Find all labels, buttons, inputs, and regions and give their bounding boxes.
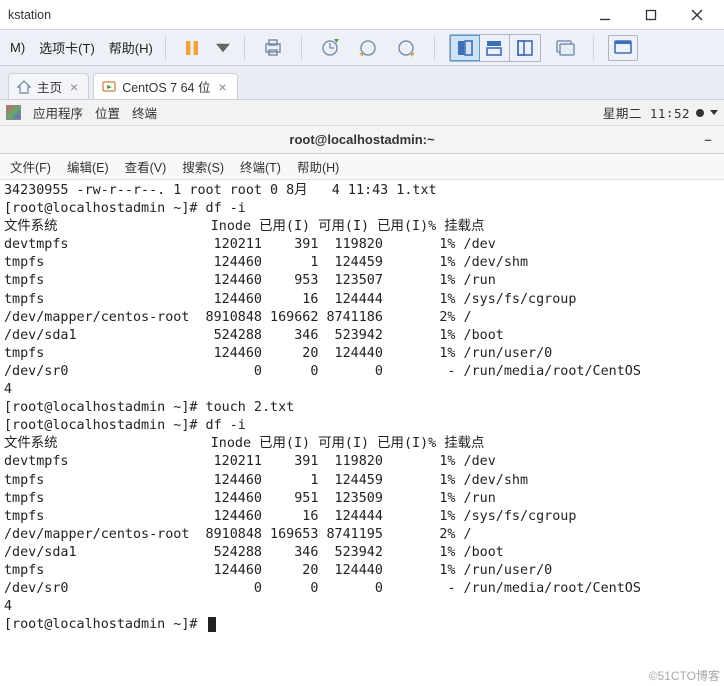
- tab-home[interactable]: 主页 ×: [8, 73, 89, 99]
- snapshot-prev-icon[interactable]: [354, 34, 382, 62]
- terminal-line: 文件系统 Inode 已用(I) 可用(I) 已用(I)% 挂载点: [4, 435, 720, 453]
- watermark: ©51CTO博客: [649, 667, 720, 684]
- gnome-terminal[interactable]: 终端: [132, 103, 157, 122]
- terminal-line: [root@localhostadmin ~]# df -i: [4, 200, 720, 218]
- terminal-cursor: [208, 617, 216, 632]
- layout-rows-icon[interactable]: [480, 35, 510, 61]
- terminal-line: /dev/sda1 524288 346 523942 1% /boot: [4, 544, 720, 562]
- fullscreen-icon[interactable]: [608, 35, 638, 61]
- maximize-button[interactable]: [628, 0, 674, 30]
- dropdown-icon[interactable]: [216, 34, 230, 62]
- terminal-line: 4: [4, 381, 720, 399]
- menu-items: M) 选项卡(T) 帮助(H): [0, 34, 161, 61]
- tab-centos-label: CentOS 7 64 位: [122, 77, 210, 96]
- separator: [434, 36, 435, 60]
- tab-home-label: 主页: [37, 77, 62, 96]
- gnome-applications[interactable]: 应用程序: [33, 103, 83, 122]
- terminal-line: tmpfs 124460 953 123507 1% /run: [4, 272, 720, 290]
- monitor-unity-icon[interactable]: [551, 34, 579, 62]
- menu-item-tabs[interactable]: 选项卡(T): [35, 34, 103, 61]
- terminal-line: tmpfs 124460 16 124444 1% /sys/fs/cgroup: [4, 291, 720, 309]
- terminal-line: 文件系统 Inode 已用(I) 可用(I) 已用(I)% 挂载点: [4, 218, 720, 236]
- terminal-line: tmpfs 124460 20 124440 1% /run/user/0: [4, 562, 720, 580]
- term-menu-view[interactable]: 查看(V): [121, 154, 171, 179]
- separator: [301, 36, 302, 60]
- terminal-line: /dev/sr0 0 0 0 - /run/media/root/CentOS: [4, 580, 720, 598]
- snapshot-icon[interactable]: [316, 34, 344, 62]
- terminal-line: /dev/mapper/centos-root 8910848 169653 8…: [4, 526, 720, 544]
- toolbar: [170, 34, 638, 62]
- separator: [593, 36, 594, 60]
- terminal-line: 4: [4, 598, 720, 616]
- menu-item-help[interactable]: 帮助(H): [105, 34, 161, 61]
- terminal-line: /dev/mapper/centos-root 8910848 169662 8…: [4, 309, 720, 327]
- tab-close-icon[interactable]: ×: [216, 79, 228, 95]
- chevron-down-icon: [710, 110, 718, 115]
- term-menu-terminal[interactable]: 终端(T): [236, 154, 285, 179]
- terminal-title: root@localhostadmin:~: [0, 132, 724, 147]
- tab-centos[interactable]: CentOS 7 64 位 ×: [93, 73, 237, 99]
- terminal-line: tmpfs 124460 951 123509 1% /run: [4, 490, 720, 508]
- gnome-clock-area[interactable]: 星期二 11∶52: [603, 103, 718, 122]
- status-dot-icon: [696, 109, 704, 117]
- terminal-line: /dev/sda1 524288 346 523942 1% /boot: [4, 327, 720, 345]
- layout-cols-icon[interactable]: [510, 35, 540, 61]
- terminal-line: [root@localhostadmin ~]#: [4, 616, 720, 634]
- terminal-line: 34230955 -rw-r--r--. 1 root root 0 8月 4 …: [4, 182, 720, 200]
- terminal-line: tmpfs 124460 1 124459 1% /dev/shm: [4, 472, 720, 490]
- terminal-menubar: 文件(F) 编辑(E) 查看(V) 搜索(S) 终端(T) 帮助(H): [0, 154, 724, 180]
- term-menu-help[interactable]: 帮助(H): [293, 154, 343, 179]
- gnome-clock: 星期二 11∶52: [603, 103, 690, 122]
- terminal-line: tmpfs 124460 20 124440 1% /run/user/0: [4, 345, 720, 363]
- terminal-line: [root@localhostadmin ~]# touch 2.txt: [4, 399, 720, 417]
- vm-icon: [102, 80, 116, 94]
- term-menu-search[interactable]: 搜索(S): [178, 154, 228, 179]
- printer-icon[interactable]: [259, 34, 287, 62]
- gnome-apps-icon[interactable]: [6, 105, 21, 120]
- terminal-line: [root@localhostadmin ~]# df -i: [4, 417, 720, 435]
- tab-strip: 主页 × CentOS 7 64 位 ×: [0, 66, 724, 100]
- menu-item-m[interactable]: M): [6, 36, 33, 59]
- separator: [165, 36, 166, 60]
- terminal-line: /dev/sr0 0 0 0 - /run/media/root/CentOS: [4, 363, 720, 381]
- layout-single-icon[interactable]: [450, 35, 480, 61]
- layout-buttons: [449, 34, 541, 62]
- close-button[interactable]: [674, 0, 720, 30]
- terminal-output[interactable]: 34230955 -rw-r--r--. 1 root root 0 8月 4 …: [0, 180, 724, 638]
- app-title: kstation: [4, 8, 51, 22]
- app-titlebar: kstation: [0, 0, 724, 30]
- snapshot-next-icon[interactable]: [392, 34, 420, 62]
- terminal-titlebar: root@localhostadmin:~ –: [0, 126, 724, 154]
- menubar: M) 选项卡(T) 帮助(H): [0, 30, 724, 66]
- gnome-places[interactable]: 位置: [95, 103, 120, 122]
- tab-close-icon[interactable]: ×: [68, 79, 80, 95]
- minimize-button[interactable]: [582, 0, 628, 30]
- terminal-line: devtmpfs 120211 391 119820 1% /dev: [4, 453, 720, 471]
- pause-icon[interactable]: [178, 34, 206, 62]
- terminal-line: devtmpfs 120211 391 119820 1% /dev: [4, 236, 720, 254]
- home-icon: [17, 80, 31, 94]
- window-controls: [582, 0, 720, 30]
- terminal-line: tmpfs 124460 16 124444 1% /sys/fs/cgroup: [4, 508, 720, 526]
- terminal-minimize-button[interactable]: –: [698, 132, 718, 147]
- gnome-taskbar: 应用程序 位置 终端 星期二 11∶52: [0, 100, 724, 126]
- separator: [244, 36, 245, 60]
- term-menu-file[interactable]: 文件(F): [6, 154, 55, 179]
- terminal-line: tmpfs 124460 1 124459 1% /dev/shm: [4, 254, 720, 272]
- term-menu-edit[interactable]: 编辑(E): [63, 154, 113, 179]
